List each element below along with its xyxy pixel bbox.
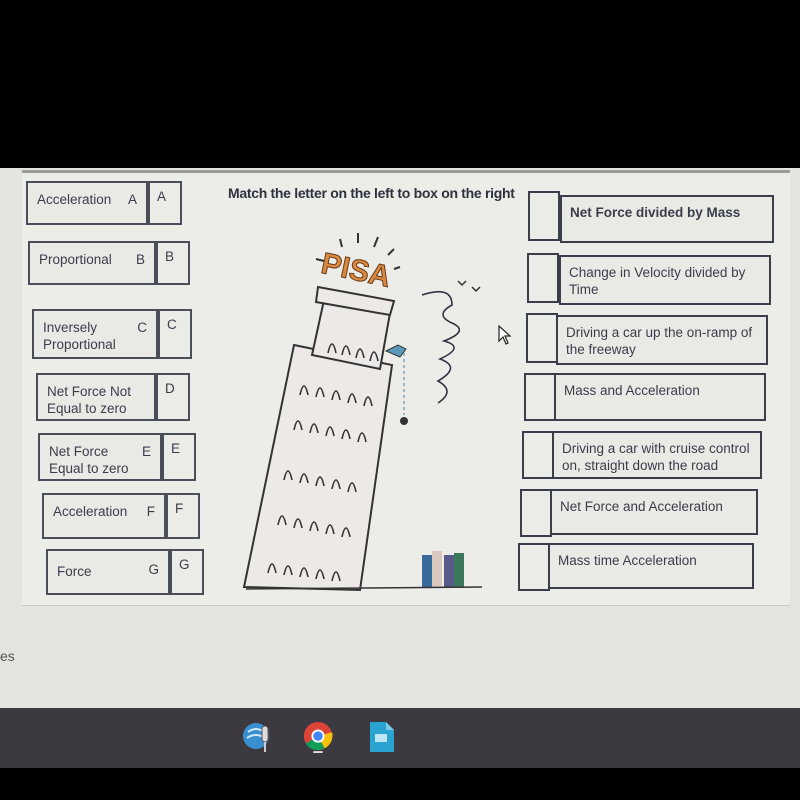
- definition-box: Change in Velocity divided by Time: [559, 255, 771, 305]
- definition-box: Driving a car up the on-ramp of the free…: [556, 315, 768, 365]
- tower-icon: [242, 285, 396, 592]
- left-term-box[interactable]: Net Force Not Equal to zero D: [36, 373, 156, 421]
- instruction-title: Match the letter on the left to box on t…: [228, 185, 515, 201]
- matching-panel: Match the letter on the left to box on t…: [22, 170, 790, 606]
- definition-box: Mass and Acceleration: [554, 373, 766, 421]
- pisa-tower-illustration: PISA: [242, 233, 483, 592]
- voice-recorder-icon[interactable]: [242, 720, 274, 754]
- term-letter: E: [141, 444, 151, 459]
- answer-drop-box[interactable]: [526, 313, 558, 363]
- chrome-icon[interactable]: [302, 720, 334, 754]
- term-letter: F: [146, 504, 155, 519]
- definition-box: Net Force and Acceleration: [550, 489, 758, 535]
- left-term-box[interactable]: Force G: [46, 549, 170, 595]
- term-letter: G: [148, 562, 159, 577]
- definition-box: Net Force divided by Mass: [560, 195, 774, 243]
- left-term-box[interactable]: Acceleration F: [42, 493, 166, 539]
- letter-box[interactable]: E: [162, 433, 196, 481]
- mouse-cursor-icon: [498, 325, 512, 345]
- letter-box[interactable]: D: [156, 373, 190, 421]
- birds-icon: [457, 280, 481, 293]
- taskbar: [0, 708, 800, 768]
- answer-drop-box[interactable]: [527, 253, 559, 303]
- term-label: Acceleration: [53, 504, 128, 519]
- definition-box: Mass time Acceleration: [548, 543, 754, 589]
- term-letter: B: [135, 252, 145, 267]
- term-label: Proportional: [39, 252, 112, 267]
- term-label: Net Force Equal to zero: [49, 444, 129, 476]
- screen: Match the letter on the left to box on t…: [0, 168, 800, 708]
- left-term-box[interactable]: Acceleration A: [26, 181, 148, 225]
- left-term-box[interactable]: Inversely Proportional C: [32, 309, 158, 359]
- answer-drop-box[interactable]: [528, 191, 560, 241]
- spring-squiggle: [421, 290, 461, 404]
- term-label: Net Force Not Equal to zero: [47, 384, 132, 416]
- term-letter: A: [127, 192, 137, 207]
- term-label: Inversely Proportional: [43, 320, 116, 352]
- letter-box[interactable]: A: [148, 181, 182, 225]
- term-letter: C: [137, 320, 147, 335]
- letter-box[interactable]: G: [170, 549, 204, 595]
- sidebar-text-fragment: es: [0, 648, 15, 664]
- term-label: Force: [57, 564, 92, 579]
- definition-box: Driving a car with cruise control on, st…: [552, 431, 762, 479]
- answer-drop-box[interactable]: [520, 489, 552, 537]
- answer-drop-box[interactable]: [524, 373, 556, 421]
- term-label: Acceleration: [37, 192, 112, 207]
- answer-drop-box[interactable]: [522, 431, 554, 479]
- letter-box[interactable]: B: [156, 241, 190, 285]
- answer-drop-box[interactable]: [518, 543, 550, 591]
- left-term-box[interactable]: Proportional B: [28, 241, 156, 285]
- letter-box[interactable]: F: [166, 493, 200, 539]
- docs-icon[interactable]: [366, 720, 398, 754]
- pisa-sign: PISA: [318, 247, 393, 294]
- letter-box[interactable]: C: [158, 309, 192, 359]
- left-term-box[interactable]: Net Force Equal to zero E: [38, 433, 162, 481]
